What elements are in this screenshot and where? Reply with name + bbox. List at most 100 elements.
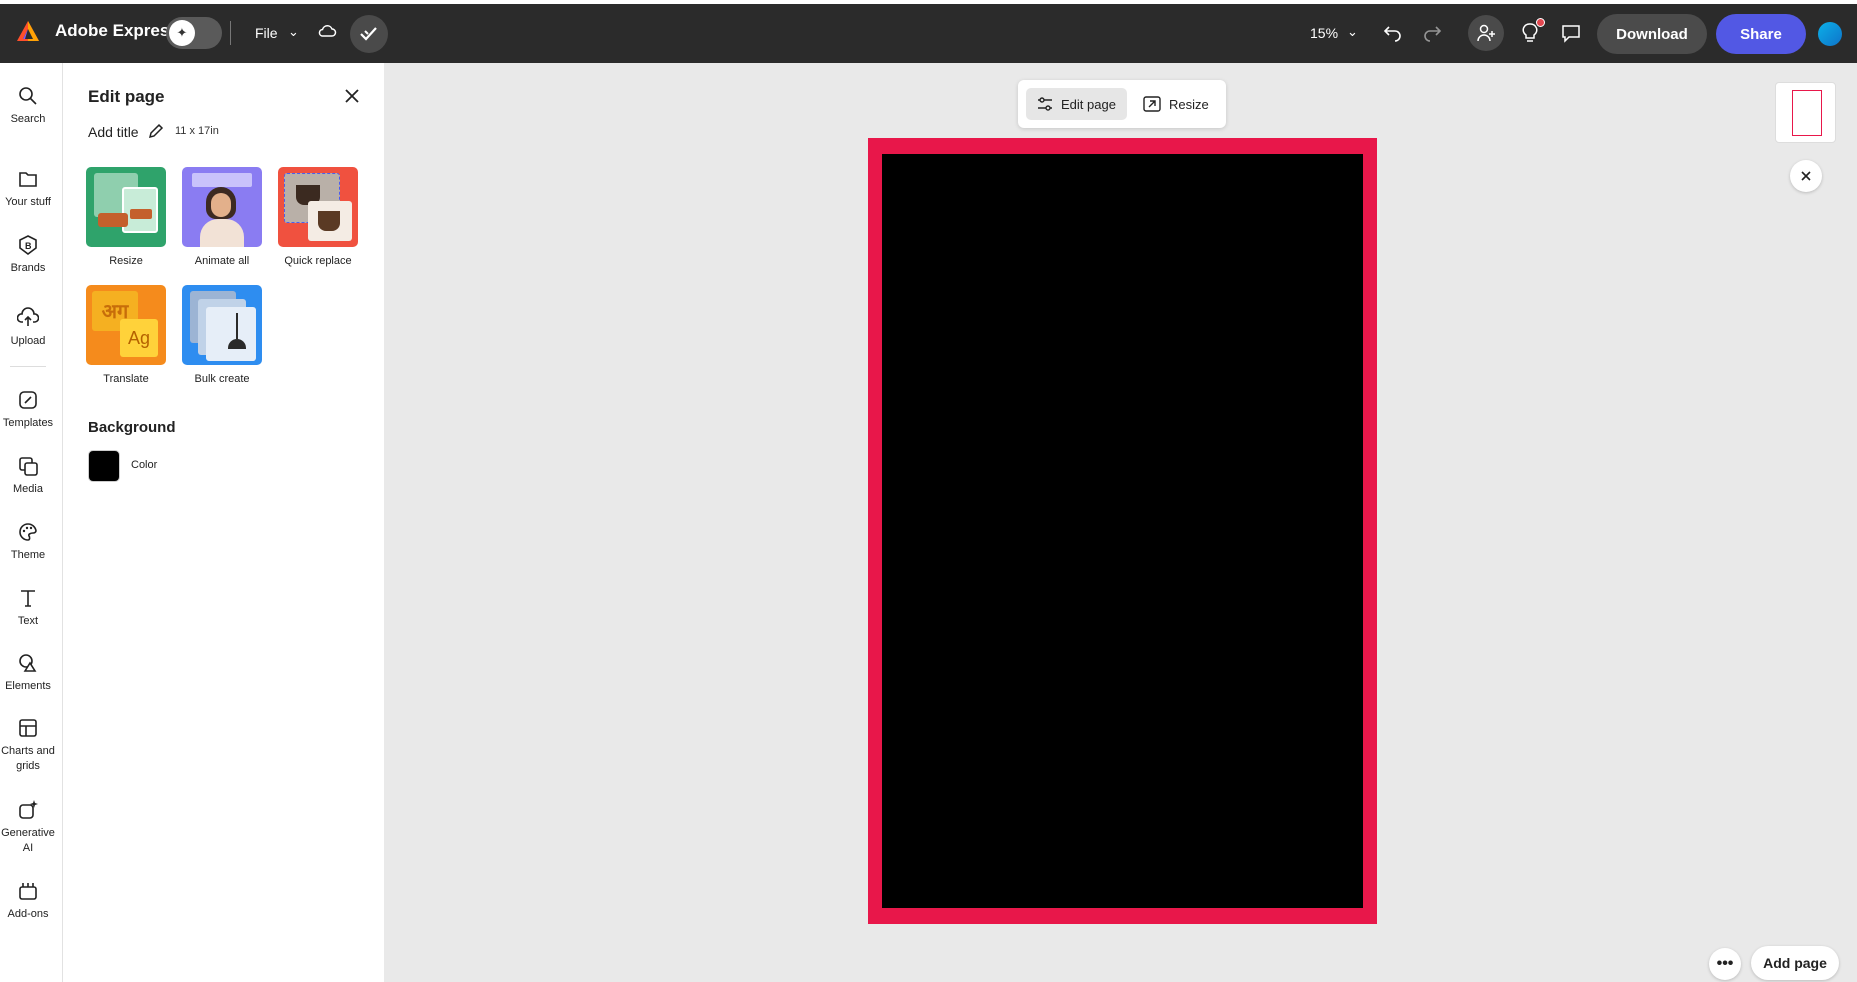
close-pages-button[interactable] bbox=[1790, 160, 1822, 192]
page-thumbnail[interactable] bbox=[1775, 82, 1836, 143]
notification-badge bbox=[1536, 18, 1545, 27]
close-icon[interactable] bbox=[341, 85, 363, 107]
sparkle-icon bbox=[19, 800, 38, 819]
rail-label: Upload bbox=[10, 335, 46, 347]
translate-tile[interactable]: अग Ag Translate bbox=[78, 285, 174, 385]
add-title-label[interactable]: Add title bbox=[88, 124, 139, 140]
undo-icon[interactable] bbox=[1383, 22, 1403, 42]
page-thumbnail-preview bbox=[1792, 90, 1822, 136]
header-divider bbox=[230, 21, 231, 45]
rail-item-upload[interactable]: Upload bbox=[0, 307, 56, 349]
rail-label: Elements bbox=[5, 680, 51, 692]
palette-icon bbox=[19, 523, 37, 541]
app-title: Adobe Express bbox=[55, 21, 179, 40]
redo-icon[interactable] bbox=[1422, 22, 1442, 42]
rail-item-search[interactable]: Search bbox=[0, 85, 56, 127]
tile-label: Translate bbox=[103, 373, 149, 385]
rail-item-theme[interactable]: Theme bbox=[0, 521, 56, 563]
file-menu[interactable]: File bbox=[255, 25, 278, 41]
rail-divider bbox=[10, 366, 46, 367]
rail-label: Charts and grids bbox=[1, 745, 55, 772]
avatar[interactable] bbox=[1818, 22, 1842, 46]
search-icon bbox=[19, 87, 37, 105]
adobe-express-logo[interactable] bbox=[16, 20, 40, 42]
share-button[interactable]: Share bbox=[1716, 14, 1806, 54]
tile-label: Animate all bbox=[194, 255, 250, 267]
invite-button[interactable] bbox=[1468, 15, 1504, 51]
brand-icon: B bbox=[19, 235, 37, 255]
rail-label: Templates bbox=[2, 417, 54, 429]
shapes-icon bbox=[19, 654, 37, 672]
tile-label: Resize bbox=[109, 255, 143, 267]
mode-toggle[interactable]: ✦ bbox=[166, 17, 222, 49]
rail-item-templates[interactable]: Templates bbox=[0, 389, 56, 431]
quick-replace-tile[interactable]: Quick replace bbox=[270, 167, 366, 267]
resize-tile[interactable]: Resize bbox=[78, 167, 174, 267]
page-size-label: 11 x 17in bbox=[175, 125, 219, 137]
rail-item-charts-and-grids[interactable]: Charts and grids bbox=[0, 717, 56, 774]
resize-icon bbox=[1143, 96, 1161, 112]
rail-label: Search bbox=[10, 113, 46, 125]
background-color-label: Color bbox=[131, 459, 158, 471]
rail-label: Text bbox=[17, 615, 39, 627]
rail-label: Theme bbox=[10, 549, 46, 561]
ai-assistant-button[interactable] bbox=[350, 15, 388, 53]
left-rail: Search Your stuff B Brands Upload Templa… bbox=[0, 63, 63, 982]
templates-icon bbox=[19, 391, 37, 409]
bulk-create-tile[interactable]: Bulk create bbox=[174, 285, 270, 385]
rail-label: Media bbox=[13, 483, 43, 495]
rail-item-brands[interactable]: B Brands bbox=[0, 234, 56, 276]
rail-item-generative-ai[interactable]: Generative AI bbox=[0, 799, 56, 856]
svg-text:B: B bbox=[25, 241, 32, 251]
rail-item-your-stuff[interactable]: Your stuff bbox=[0, 168, 56, 210]
animate-all-thumbnail bbox=[182, 167, 262, 247]
add-page-button[interactable]: Add page bbox=[1751, 946, 1839, 980]
magic-wand-icon bbox=[360, 27, 377, 41]
page-background bbox=[882, 154, 1363, 908]
more-icon: ••• bbox=[1716, 955, 1734, 972]
more-options-button[interactable]: ••• bbox=[1709, 948, 1741, 980]
edit-page-button[interactable]: Edit page bbox=[1026, 88, 1127, 120]
rail-label: Add-ons bbox=[7, 908, 49, 920]
sliders-icon bbox=[1038, 97, 1052, 111]
tile-label: Quick replace bbox=[284, 255, 352, 267]
rail-item-media[interactable]: Media bbox=[0, 455, 56, 497]
close-icon bbox=[1801, 171, 1811, 181]
chevron-down-icon[interactable]: ⌄ bbox=[1347, 24, 1358, 40]
zoom-level[interactable]: 15% bbox=[1310, 25, 1338, 41]
background-heading: Background bbox=[88, 419, 176, 436]
media-icon bbox=[19, 457, 38, 476]
cloud-icon[interactable] bbox=[317, 23, 337, 39]
resize-thumbnail bbox=[86, 167, 166, 247]
grid-icon bbox=[19, 719, 37, 737]
addons-icon bbox=[19, 883, 37, 900]
folder-icon bbox=[19, 172, 37, 187]
chevron-down-icon[interactable]: ⌄ bbox=[288, 24, 299, 40]
rail-label: Generative AI bbox=[1, 827, 55, 854]
comment-icon[interactable] bbox=[1561, 23, 1581, 43]
resize-button[interactable]: Resize bbox=[1143, 88, 1209, 120]
rail-item-elements[interactable]: Elements bbox=[0, 652, 56, 694]
animate-icon: ✦ bbox=[169, 20, 195, 46]
add-person-icon bbox=[1477, 24, 1495, 42]
panel-title: Edit page bbox=[88, 87, 165, 106]
edit-page-label: Edit page bbox=[1061, 96, 1116, 112]
translate-thumbnail: अग Ag bbox=[86, 285, 166, 365]
tile-label: Bulk create bbox=[194, 373, 250, 385]
canvas-toolbar: Edit page Resize bbox=[1018, 80, 1226, 128]
quick-replace-thumbnail bbox=[278, 167, 358, 247]
background-color-swatch[interactable] bbox=[88, 450, 120, 482]
upload-icon bbox=[17, 307, 39, 326]
edit-page-panel: Edit page Add title 11 x 17in Resize Ani… bbox=[63, 63, 384, 982]
rail-item-add-ons[interactable]: Add-ons bbox=[0, 880, 56, 922]
rail-item-text[interactable]: Text bbox=[0, 587, 56, 629]
animate-all-tile[interactable]: Animate all bbox=[174, 167, 270, 267]
bulk-create-thumbnail bbox=[182, 285, 262, 365]
rail-label: Your stuff bbox=[5, 196, 51, 208]
rail-label: Brands bbox=[10, 262, 46, 274]
pencil-icon[interactable] bbox=[147, 122, 165, 140]
download-button[interactable]: Download bbox=[1597, 14, 1707, 54]
design-page[interactable] bbox=[868, 138, 1377, 924]
resize-label: Resize bbox=[1169, 96, 1209, 112]
text-icon bbox=[21, 590, 35, 607]
